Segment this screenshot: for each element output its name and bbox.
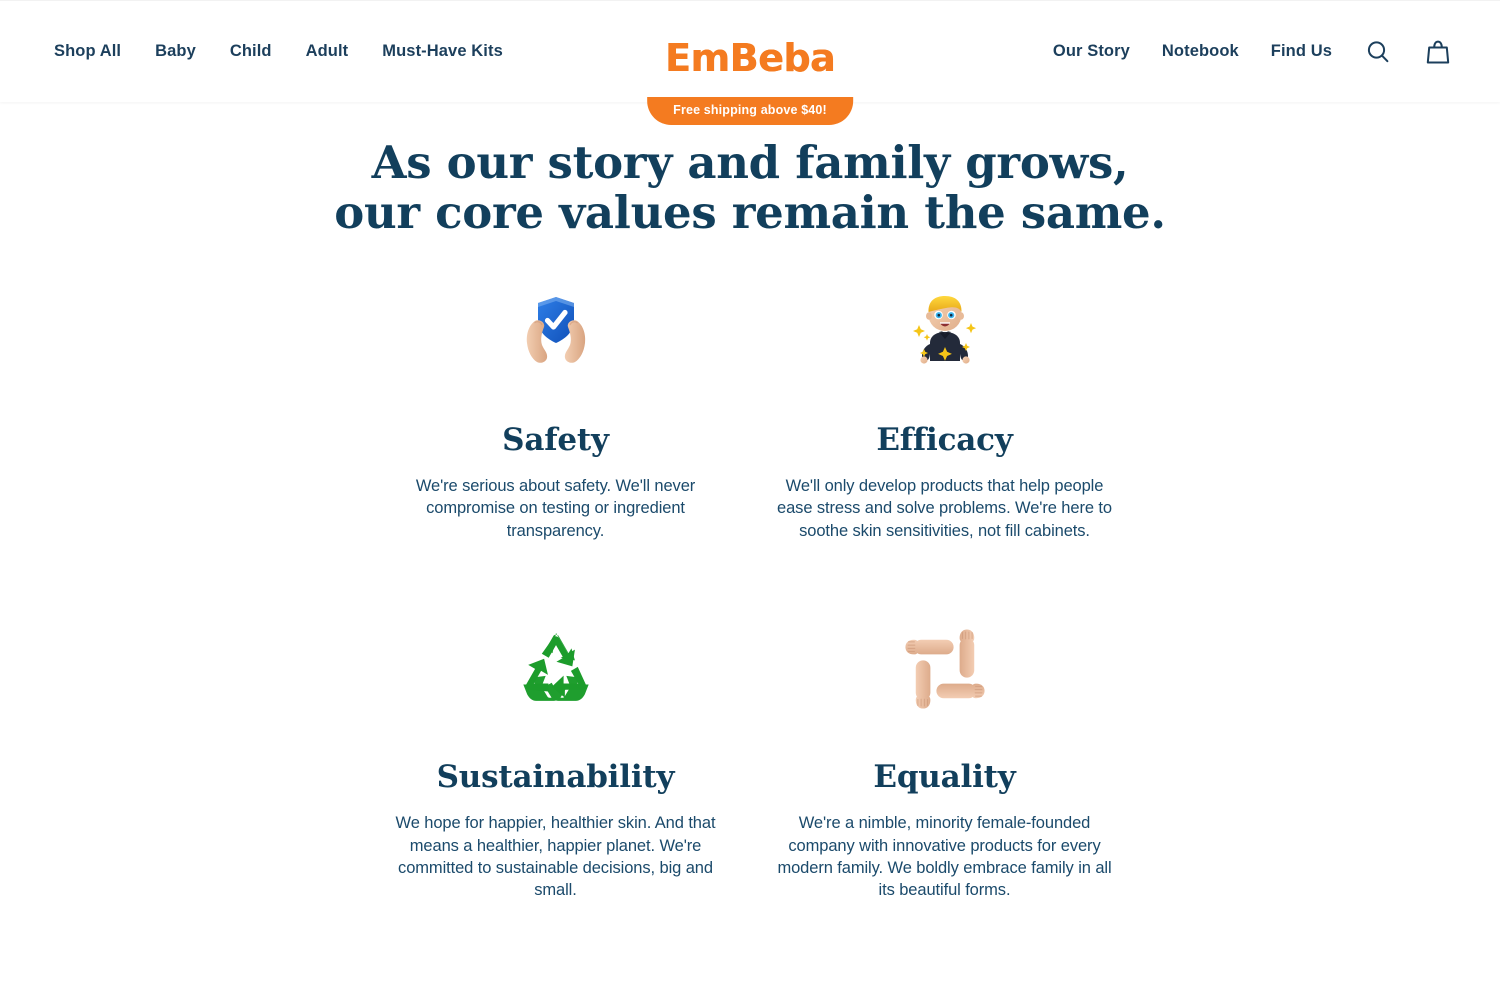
nav-item-must-have-kits[interactable]: Must-Have Kits xyxy=(382,42,503,61)
headline-line-1: As our story and family grows, xyxy=(371,136,1129,189)
primary-nav-left: Shop All Baby Child Adult Must-Have Kits xyxy=(54,42,503,61)
value-title-efficacy: Efficacy xyxy=(876,421,1013,458)
nav-item-find-us[interactable]: Find Us xyxy=(1271,42,1332,61)
headline-line-2: our core values remain the same. xyxy=(334,186,1166,240)
value-title-safety: Safety xyxy=(502,421,609,458)
nav-item-adult[interactable]: Adult xyxy=(306,42,349,61)
nav-item-notebook[interactable]: Notebook xyxy=(1162,42,1239,61)
site-header: Shop All Baby Child Adult Must-Have Kits… xyxy=(0,0,1500,125)
value-description-safety: We're serious about safety. We'll never … xyxy=(415,476,696,540)
free-shipping-banner: Free shipping above $40! xyxy=(647,97,853,125)
core-values-section: As our story and family grows, our core … xyxy=(0,102,1500,902)
hands-holding-shield-icon xyxy=(513,287,599,373)
page-title: As our story and family grows, our core … xyxy=(0,136,1500,240)
value-description-sustainability: We hope for happier, healthier skin. And… xyxy=(395,814,716,900)
nav-item-shop-all[interactable]: Shop All xyxy=(54,42,121,61)
value-card-efficacy: Efficacy We'll only develop products tha… xyxy=(759,287,1130,542)
search-icon[interactable] xyxy=(1364,38,1392,66)
value-card-sustainability: Sustainability We hope for happier, heal… xyxy=(370,626,741,902)
site-logo[interactable]: EmBeba xyxy=(665,39,836,77)
nav-item-child[interactable]: Child xyxy=(230,42,272,61)
value-title-equality: Equality xyxy=(873,759,1016,796)
value-description-efficacy: We'll only develop products that help pe… xyxy=(777,476,1112,540)
shopping-bag-icon[interactable] xyxy=(1424,38,1452,66)
value-card-safety: Safety We're serious about safety. We'll… xyxy=(370,287,741,542)
nav-item-baby[interactable]: Baby xyxy=(155,42,196,61)
nav-item-our-story[interactable]: Our Story xyxy=(1053,42,1130,61)
values-grid: Safety We're serious about safety. We'll… xyxy=(370,239,1130,902)
primary-nav-right: Our Story Notebook Find Us xyxy=(1053,38,1452,66)
logo-block: EmBeba xyxy=(590,1,910,103)
four-arms-unity-icon xyxy=(902,626,988,712)
recycling-symbol-icon xyxy=(513,626,599,712)
sparkling-child-icon xyxy=(902,287,988,373)
value-title-sustainability: Sustainability xyxy=(436,759,675,796)
value-card-equality: Equality We're a nimble, minority female… xyxy=(759,626,1130,902)
value-description-equality: We're a nimble, minority female-founded … xyxy=(777,814,1112,900)
